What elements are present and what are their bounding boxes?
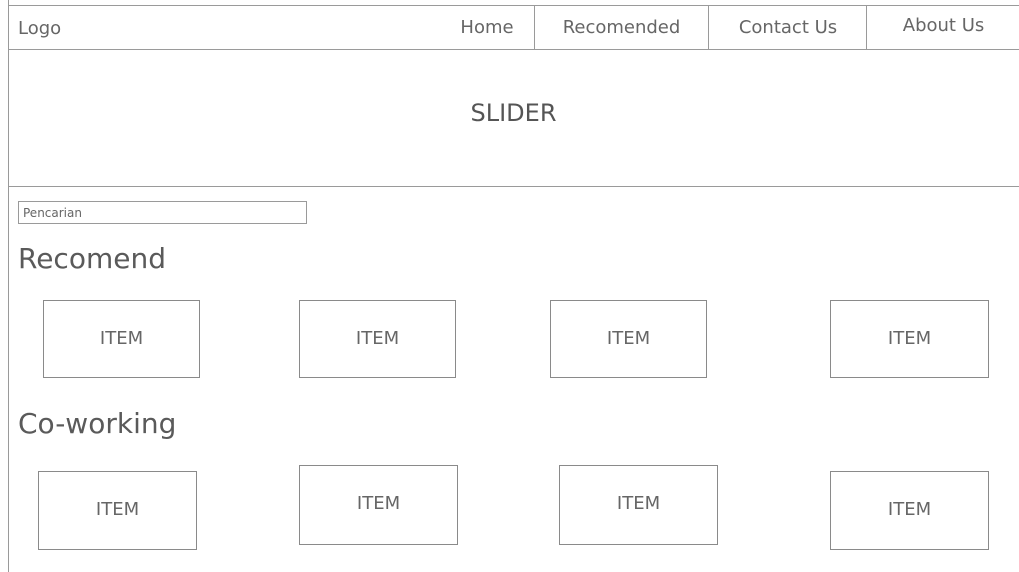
section-title-coworking: Co-working [18, 407, 177, 440]
nav-home-link[interactable]: Home [441, 6, 533, 49]
slider-label: SLIDER [470, 99, 557, 127]
nav-contact-link[interactable]: Contact Us [708, 6, 867, 49]
nav-about-link[interactable]: About Us [866, 6, 1019, 49]
nav-recomended-link[interactable]: Recomended [534, 6, 708, 49]
search-input[interactable] [18, 201, 307, 224]
recomend-item-card[interactable]: ITEM [830, 300, 989, 378]
coworking-item-card[interactable]: ITEM [38, 471, 197, 550]
coworking-item-card[interactable]: ITEM [559, 465, 718, 545]
coworking-item-card[interactable]: ITEM [299, 465, 458, 545]
recomend-item-card[interactable]: ITEM [43, 300, 200, 378]
coworking-item-card[interactable]: ITEM [830, 471, 989, 550]
recomend-item-card[interactable]: ITEM [550, 300, 707, 378]
section-title-recomend: Recomend [18, 242, 166, 275]
recomend-item-card[interactable]: ITEM [299, 300, 456, 378]
logo[interactable]: Logo [18, 18, 61, 39]
hero-slider[interactable]: SLIDER [8, 49, 1019, 187]
top-navigation-bar: Logo Home Recomended Contact Us About Us [8, 5, 1019, 50]
